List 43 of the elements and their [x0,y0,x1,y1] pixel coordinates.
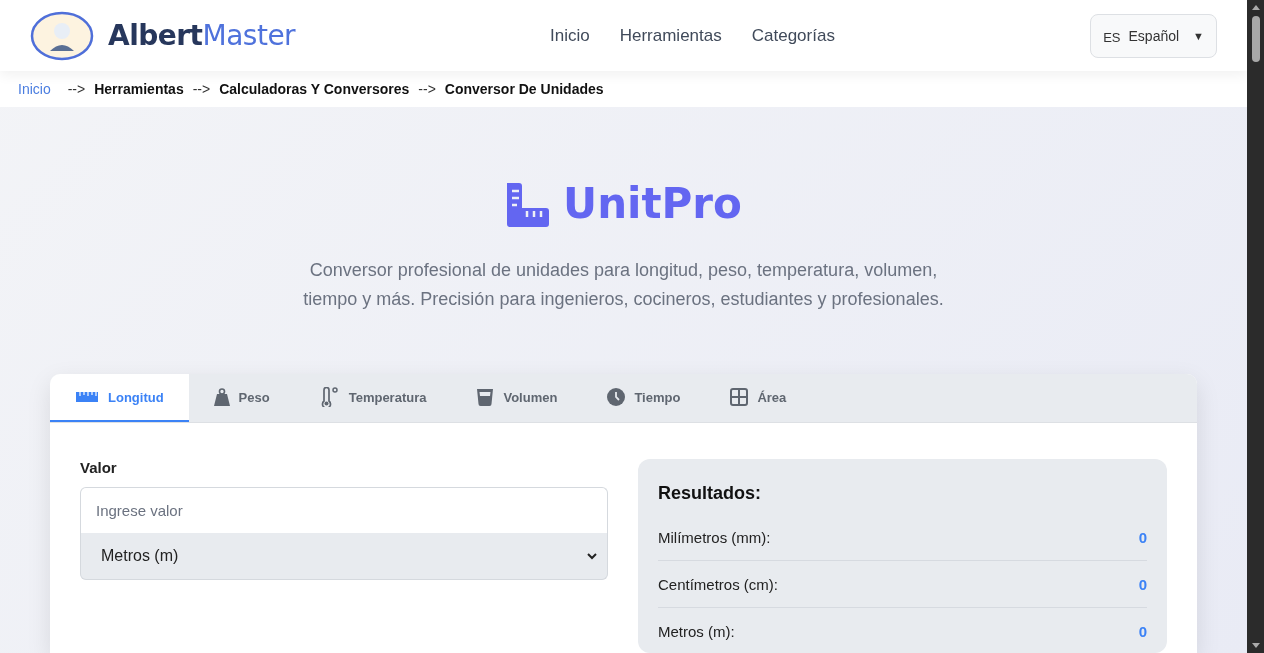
result-value: 0 [1138,622,1147,640]
weight-icon [213,388,230,406]
breadcrumb-separator: --> [192,81,211,98]
field-label: Valor [80,459,118,476]
category-tab[interactable]: Área [705,374,812,422]
category-tab[interactable]: Peso [188,374,295,422]
scroll-down-icon[interactable] [1250,641,1261,649]
category-tab[interactable]: Tiempo [582,374,706,422]
grid-icon [730,388,749,406]
nav-link[interactable]: Categorías [751,25,835,46]
result-label: Centímetros (cm): [658,575,778,593]
unit-select[interactable]: Metros (m) [80,533,608,580]
result-label: Metros (m): [658,622,735,640]
avatar-icon [30,10,94,61]
nav-link[interactable]: Herramientas [619,25,722,46]
breadcrumb-separator: --> [67,81,86,98]
category-tab[interactable]: Longitud [50,374,189,422]
breadcrumb-link[interactable]: Inicio [18,81,51,98]
clock-icon [607,388,626,406]
glass-icon [476,388,495,406]
nav-link[interactable]: Inicio [550,25,590,46]
scroll-thumb[interactable] [1251,16,1260,62]
category-tab[interactable]: Temperatura [294,374,452,422]
language-selector[interactable]: ES Español ▼ [1090,13,1217,58]
breadcrumb-link[interactable]: Calculadoras Y Conversores [219,81,410,98]
value-input[interactable]: Ingrese valor [80,487,608,533]
result-label: Milímetros (mm): [658,528,771,546]
app-title: UnitPro [563,179,742,228]
app-description: Conversor profesional de unidades para longitud, peso, temperatura, volumen, tiempo y más. Precisión para ingenieros, cocineros, estudiantes y profesionales. [302,259,945,311]
chevron-icon [587,552,597,560]
result-value: 0 [1138,575,1147,593]
scrollbar[interactable] [1247,0,1264,653]
thermometer-icon [319,387,340,407]
category-tab[interactable]: Volumen [451,374,583,422]
result-value: 0 [1138,528,1147,546]
breadcrumb-link[interactable]: Herramientas [94,81,184,98]
ruler-icon [505,180,552,227]
scroll-up-icon[interactable] [1250,4,1261,12]
breadcrumb-separator: --> [418,81,436,98]
brand-logo[interactable]: AlbertMaster [108,19,296,53]
results-title: Resultados: [658,483,763,504]
ruler-icon [75,391,99,403]
breadcrumb-link[interactable]: Conversor De Unidades [444,81,604,98]
